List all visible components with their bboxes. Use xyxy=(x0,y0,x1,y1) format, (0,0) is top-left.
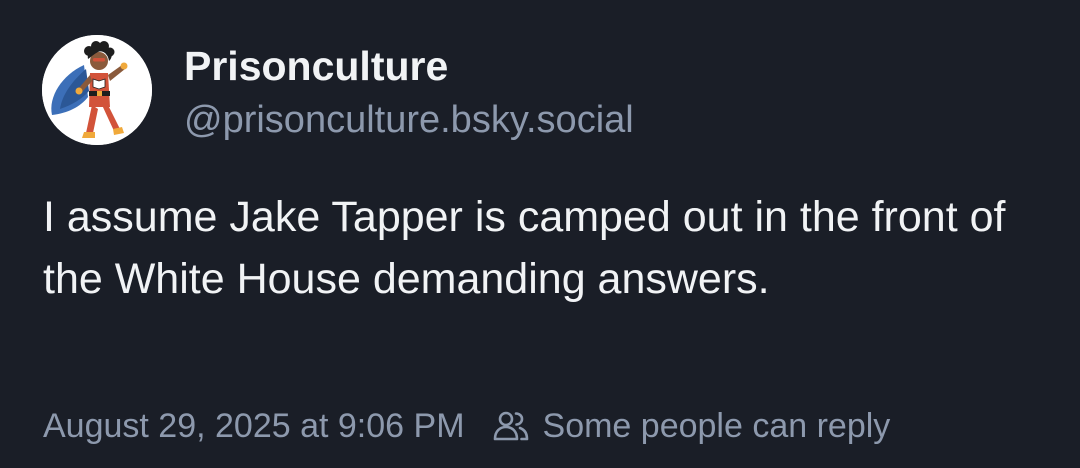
post-text: I assume Jake Tapper is camped out in th… xyxy=(43,193,1006,303)
reply-setting[interactable]: Some people can reply xyxy=(491,403,891,449)
post-card: Prisonculture @prisonculture.bsky.social… xyxy=(0,0,1080,468)
avatar[interactable] xyxy=(42,35,152,145)
author-handle[interactable]: @prisonculture.bsky.social xyxy=(184,98,634,142)
reply-setting-label: Some people can reply xyxy=(542,407,891,445)
author-display-name[interactable]: Prisonculture xyxy=(184,42,448,90)
post-meta: August 29, 2025 at 9:06 PM Some people c… xyxy=(43,403,890,449)
post-timestamp[interactable]: August 29, 2025 at 9:06 PM xyxy=(43,403,465,449)
people-icon xyxy=(493,411,528,441)
superhero-avatar-icon xyxy=(42,35,152,145)
